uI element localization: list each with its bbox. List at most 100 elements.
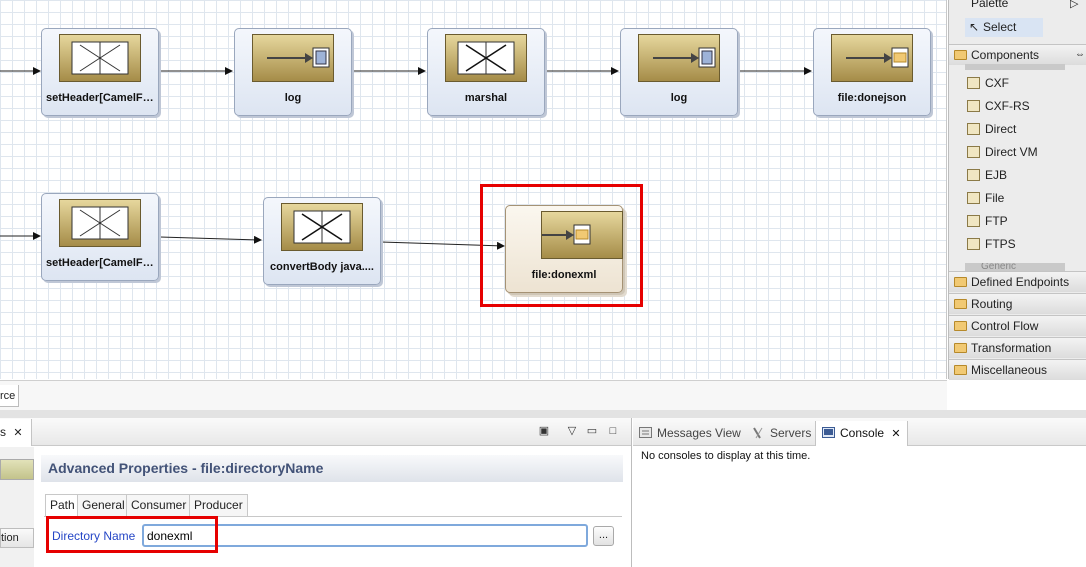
palette-item-label: EJB [985,168,1008,182]
console-icon [822,427,835,438]
component-icon [967,100,980,112]
component-icon [967,123,980,135]
subtab-producer[interactable]: Producer [189,494,248,516]
subtab-general[interactable]: General [77,494,130,516]
tab-properties[interactable]: s ✕ [0,419,32,446]
drawer-label: Routing [971,297,1013,311]
node-label: log [284,92,302,104]
endpoint-icon [252,34,334,82]
tab-label: Servers [770,426,812,440]
close-icon[interactable]: ✕ [13,427,22,439]
node-log-2[interactable]: log [620,28,738,116]
palette-item-partial: Generic [981,263,1017,271]
highlight-box [46,516,218,553]
tab-source[interactable]: rce [0,385,20,407]
pin-view-icon[interactable]: ▣ [537,424,551,438]
endpoint-icon [638,34,720,82]
node-label: setHeader[CamelFi... [46,92,155,104]
servers-icon [753,427,763,439]
palette-scroll-down[interactable]: Generic [965,263,1065,271]
palette-item-label: Direct [985,122,1017,136]
maximize-icon[interactable]: □ [606,424,620,438]
view-menu-icon[interactable]: ▽ [565,424,579,438]
subtab-path[interactable]: Path [45,494,80,517]
palette-item-ejb[interactable]: EJB [967,165,1007,185]
node-label: marshal [464,92,508,104]
drawer-control-flow[interactable]: Control Flow [949,315,1086,336]
node-file-donejson[interactable]: file:donejson [813,28,931,116]
console-message: No consoles to display at this time. [641,450,811,462]
palette-item-direct-vm[interactable]: Direct VM [967,142,1038,162]
component-icon [967,169,980,181]
messages-icon [639,427,652,438]
drawer-label: Defined Endpoints [971,275,1070,289]
palette-collapse-icon[interactable]: ▷ [1070,0,1078,10]
browse-button[interactable]: ... [593,526,614,546]
palette-item-label: CXF-RS [985,99,1030,113]
drawer-components[interactable]: Components ⇔ [949,44,1086,65]
highlight-box [480,184,643,307]
drawer-routing[interactable]: Routing [949,293,1086,314]
palette-item-ftp[interactable]: FTP [967,211,1008,231]
node-marshal[interactable]: marshal [427,28,545,116]
node-label: convertBody java.... [270,261,374,273]
component-icon [967,215,980,227]
processor-icon [59,34,141,82]
component-icon [967,77,980,89]
node-setheader[interactable]: setHeader[CamelFi... [41,28,159,116]
node-label: file:donejson [837,92,907,104]
tab-console[interactable]: Console ✕ [815,421,908,446]
folder-icon [954,321,967,331]
node-convertbody[interactable]: convertBody java.... [263,197,381,285]
palette-item-ftps[interactable]: FTPS [967,234,1016,254]
node-log[interactable]: log [234,28,352,116]
console-header: Messages View Servers Console ✕ [633,418,1086,446]
category-item[interactable]: tion [0,528,34,548]
section-title: Advanced Properties - file:directoryName [41,455,623,482]
tab-label: Console [840,426,885,440]
file-endpoint-icon [831,34,913,82]
folder-icon [954,343,967,353]
node-setheader-2[interactable]: setHeader[CamelFi... [41,193,159,281]
drawer-label: Miscellaneous [971,363,1048,377]
cursor-icon: ↖ [969,20,980,34]
node-label: setHeader[CamelFi... [46,257,155,269]
console-view: Messages View Servers Console ✕ No conso… [633,418,1086,567]
node-label: log [670,92,688,104]
folder-icon [954,365,967,375]
tab-messages-view[interactable]: Messages View [633,421,745,446]
palette-select-tool[interactable]: ↖ Select [965,18,1043,37]
drawer-miscellaneous[interactable]: Miscellaneous [949,359,1086,380]
properties-header: s ✕ ▣ ▽ ▭ □ [0,418,631,446]
palette-item-cxf[interactable]: CXF [967,73,1009,93]
component-icon [967,238,980,250]
tab-label: s [0,425,6,439]
palette-item-direct[interactable]: Direct [967,119,1016,139]
processor-icon [59,199,141,247]
route-canvas[interactable]: setHeader[CamelFi... log marshal log fil… [0,0,947,379]
palette-scroll-up[interactable] [965,64,1065,70]
palette-item-file[interactable]: File [967,188,1004,208]
palette-item-label: FTP [985,214,1008,228]
connector [159,235,262,244]
drawer-label: Components [971,48,1040,62]
minimize-icon[interactable]: ▭ [585,424,599,438]
close-icon[interactable]: ✕ [891,428,900,440]
pin-icon[interactable]: ⇔ [1075,45,1085,65]
tab-servers[interactable]: Servers [746,421,816,446]
tab-label: Messages View [657,426,741,440]
subtab-consumer[interactable]: Consumer [126,494,192,516]
folder-icon [954,277,967,287]
properties-view: s ✕ ▣ ▽ ▭ □ tion Advanced Properties - f… [0,418,632,567]
category-selected[interactable] [0,459,34,480]
palette-item-cxf-rs[interactable]: CXF-RS [967,96,1030,116]
folder-icon [954,299,967,309]
drawer-transformation[interactable]: Transformation [949,337,1086,358]
drawer-label: Control Flow [971,319,1039,333]
properties-categories: tion [0,447,34,567]
sash[interactable] [0,410,1086,418]
palette-item-label: Direct VM [985,145,1038,159]
drawer-defined-endpoints[interactable]: Defined Endpoints [949,271,1086,292]
palette: Palette ▷ ↖ Select Components ⇔ CXF CXF-… [948,0,1086,380]
palette-title: Palette [971,0,1009,10]
